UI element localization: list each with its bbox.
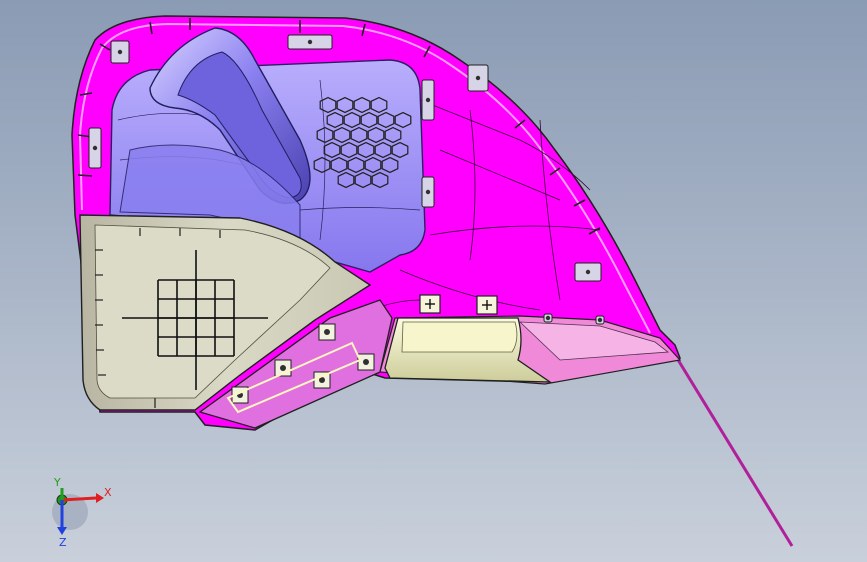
mounting-hole — [425, 97, 431, 103]
mounting-hole — [307, 39, 313, 45]
x-axis-arrow — [61, 496, 97, 502]
y-axis-label: Y — [53, 476, 61, 489]
mounting-hole — [425, 189, 431, 195]
cad-viewport[interactable]: X Y Z — [0, 0, 867, 562]
mounting-hole — [545, 315, 551, 321]
cad-model-canvas[interactable]: X Y Z — [0, 0, 867, 562]
flange-tab-hole — [324, 329, 330, 335]
x-axis-label: X — [104, 486, 112, 499]
mounting-hole — [92, 145, 98, 151]
mounting-hole — [585, 269, 591, 275]
mounting-hole — [597, 317, 603, 323]
clip-housing-face — [401, 321, 518, 353]
flange-tab-hole — [280, 365, 286, 371]
mounting-hole — [117, 49, 123, 55]
mounting-hole — [475, 75, 481, 81]
z-axis-label: Z — [59, 536, 67, 549]
flange-tab-hole — [363, 359, 369, 365]
